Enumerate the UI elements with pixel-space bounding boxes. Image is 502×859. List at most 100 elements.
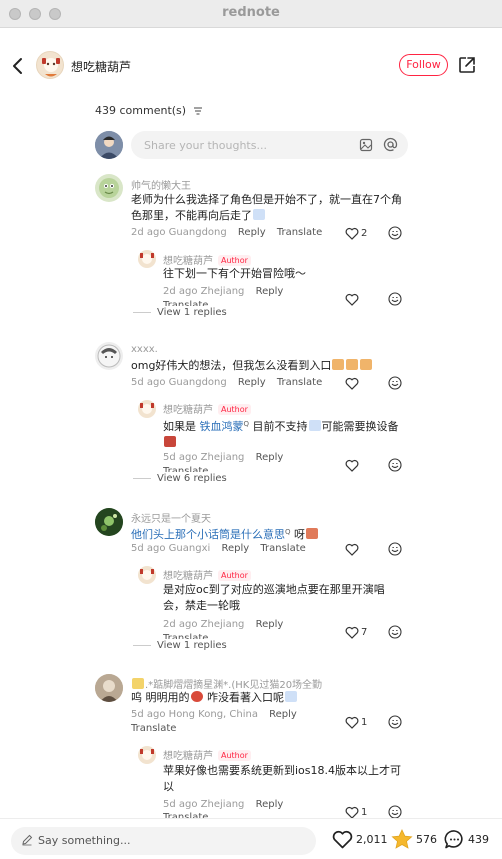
comment-location: Guangxi [168, 543, 211, 554]
translate-button[interactable]: Translate [163, 633, 208, 639]
emoji-image [346, 359, 359, 370]
reply-meta: 2d ago Zhejiang Reply [163, 286, 283, 297]
smile-icon[interactable] [388, 805, 402, 819]
author-reply-avatar[interactable] [138, 400, 156, 418]
author-badge: Author [218, 570, 251, 581]
reply-user[interactable]: 想吃糖葫芦 [163, 571, 213, 582]
translate-button[interactable]: Translate [277, 227, 322, 238]
comment-text-content: 老师为什么我选择了角色但是开始不了，就一直在7个角色那里，不能再向后走了 [131, 193, 402, 222]
comment-username[interactable]: 帅气的懒大王 [131, 177, 191, 192]
comment-meta: 2d ago Guangdong Reply Translate [131, 227, 322, 238]
commenter-avatar[interactable] [95, 508, 123, 536]
topic-link[interactable]: 铁血鸿蒙 [200, 420, 244, 433]
comment-meta: 5d ago Guangdong Reply Translate [131, 377, 322, 388]
view-replies-label: View 1 replies [157, 640, 227, 651]
like-count: 7 [361, 627, 368, 638]
emoji-image [306, 528, 319, 539]
reply-user[interactable]: 想吃糖葫芦 [163, 405, 213, 416]
smile-icon[interactable] [388, 292, 402, 306]
heart-icon[interactable] [345, 293, 359, 306]
back-arrow-icon[interactable] [10, 56, 26, 76]
follow-button[interactable]: Follow [399, 54, 448, 76]
reply-text: 苹果好像也需要系统更新到ios18.4版本以上才可以 [163, 764, 402, 793]
smile-icon[interactable] [388, 715, 402, 729]
reply-button[interactable]: Reply [256, 452, 284, 463]
author-reply-avatar[interactable] [138, 566, 156, 584]
comment-composer-input[interactable]: Share your thoughts... [131, 131, 408, 159]
smile-icon[interactable] [388, 226, 402, 240]
star-icon[interactable] [391, 829, 413, 850]
emoji-image [285, 691, 297, 702]
reply-button[interactable]: Reply [269, 709, 297, 720]
comment-date: 2d ago [131, 227, 166, 238]
heart-icon[interactable] [345, 716, 359, 729]
heart-icon[interactable] [345, 227, 359, 240]
reply-location: Zhejiang [200, 799, 245, 810]
reply-username: 想吃糖葫芦 Author [163, 401, 251, 416]
like-count: 2 [361, 228, 368, 239]
comment-icon[interactable] [444, 829, 465, 850]
author-name[interactable]: 想吃糖葫芦 [71, 58, 131, 75]
sort-icon[interactable] [193, 107, 203, 115]
likes-count: 2,011 [356, 833, 388, 846]
reply-button[interactable]: Reply [256, 286, 284, 297]
view-replies-link[interactable]: View 1 replies [133, 640, 227, 651]
like-count: 1 [361, 807, 368, 818]
share-icon[interactable] [458, 56, 476, 74]
translate-button[interactable]: Translate [163, 300, 208, 306]
smile-icon[interactable] [388, 458, 402, 472]
comment-meta: 5d ago Hong Kong, China Reply [131, 709, 297, 720]
reply-button[interactable]: Reply [221, 543, 249, 554]
heart-icon[interactable] [345, 459, 359, 472]
commenter-avatar[interactable] [95, 674, 123, 702]
emoji-image [132, 678, 144, 689]
comments-count[interactable]: 439 comment(s) [95, 104, 203, 117]
translate-button[interactable]: Translate [277, 377, 322, 388]
heart-icon[interactable] [345, 626, 359, 639]
view-replies-link[interactable]: View 1 replies [133, 307, 227, 318]
comment-text-content: 咋没看著入口呢 [203, 691, 284, 704]
reply-user[interactable]: 想吃糖葫芦 [163, 751, 213, 762]
commenter-avatar[interactable] [95, 342, 123, 370]
emoji-image [332, 359, 345, 370]
comment-text-content: omg好伟大的想法，但我怎么没看到入口 [131, 359, 332, 372]
smile-icon[interactable] [388, 376, 402, 390]
heart-icon[interactable] [345, 543, 359, 556]
author-badge: Author [218, 750, 251, 761]
heart-icon[interactable] [345, 377, 359, 390]
comment-username[interactable]: 永远只是一个夏天 [131, 510, 211, 525]
view-replies-label: View 1 replies [157, 307, 227, 318]
at-icon[interactable] [383, 137, 398, 152]
reply-text: 如果是 铁血鸿蒙Q 目前不支持 可能需要换设备 [163, 416, 403, 451]
reply-meta: 5d ago Zhejiang Reply [163, 799, 283, 810]
reply-date: 5d ago [163, 799, 198, 810]
reply-button[interactable]: Reply [256, 619, 284, 630]
comment-location: Guangdong [168, 227, 227, 238]
comment-text-content: 呜 明明用的 [131, 691, 190, 704]
comment-location: Guangdong [168, 377, 227, 388]
topic-link[interactable]: 他们头上那个小话筒是什么意思 [131, 528, 285, 541]
comment-username: .*踮脚熠熠摘星渊*.(HK见过猫20场全勤 [131, 676, 322, 691]
translate-button[interactable]: Translate [131, 723, 176, 734]
translate-button[interactable]: Translate [163, 466, 208, 472]
author-reply-avatar[interactable] [138, 250, 156, 268]
reply-location: Zhejiang [200, 619, 245, 630]
comment-text: 他们头上那个小话筒是什么意思Q 呀 [131, 524, 406, 543]
comment-username[interactable]: xxxx. [131, 344, 158, 355]
translate-button[interactable]: Translate [260, 543, 305, 554]
heart-icon[interactable] [332, 830, 353, 849]
commenter-avatar[interactable] [95, 174, 123, 202]
reply-button[interactable]: Reply [256, 799, 284, 810]
reply-button[interactable]: Reply [238, 227, 266, 238]
say-something-input[interactable]: Say something... [11, 827, 316, 855]
view-replies-link[interactable]: View 6 replies [133, 473, 227, 484]
comment-text: 呜 明明用的 咋没看著入口呢 [131, 690, 406, 706]
smile-icon[interactable] [388, 625, 402, 639]
reply-date: 5d ago [163, 452, 198, 463]
author-avatar[interactable] [36, 51, 64, 79]
author-reply-avatar[interactable] [138, 746, 156, 764]
smile-icon[interactable] [388, 542, 402, 556]
reply-button[interactable]: Reply [238, 377, 266, 388]
image-icon[interactable] [359, 138, 373, 152]
say-something-placeholder: Say something... [38, 834, 131, 847]
